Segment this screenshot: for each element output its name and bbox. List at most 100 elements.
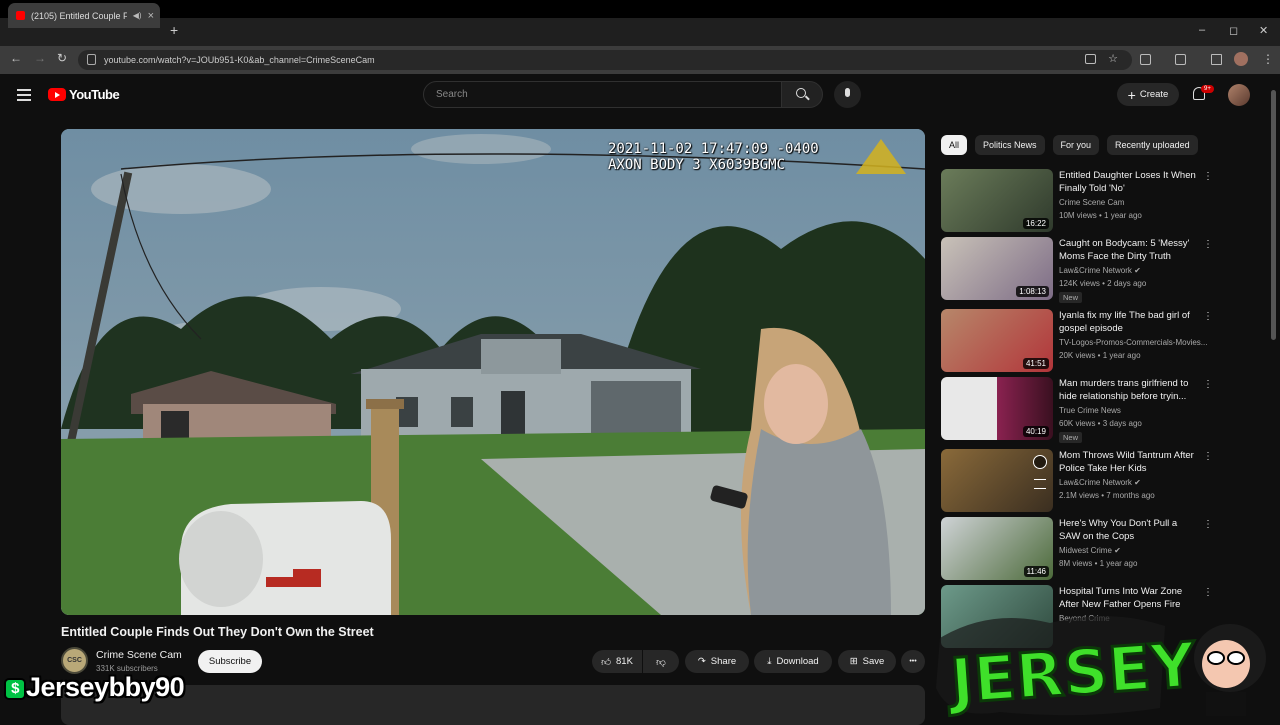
video-title[interactable]: Mom Throws Wild Tantrum After Police Tak… [1059,449,1199,475]
share-button[interactable]: ↷ Share [685,650,749,673]
video-thumbnail[interactable]: 16:22 [941,169,1053,232]
channel-name[interactable]: True Crime News [1059,406,1209,415]
recommended-video[interactable]: Mom Throws Wild Tantrum After Police Tak… [941,449,1213,513]
microphone-icon [845,88,850,97]
video-duration: 16:22 [1022,218,1049,229]
channel-avatar[interactable]: CSC [61,647,88,674]
hamburger-menu-icon[interactable] [17,89,31,104]
more-options-icon[interactable]: ⋮ [1203,379,1213,390]
more-options-icon[interactable]: ⋮ [1203,451,1213,462]
channel-name[interactable]: Midwest Crime ✔ [1059,546,1209,555]
video-thumbnail[interactable]: 11:46 [941,517,1053,580]
minimize-button[interactable]: – [1199,24,1205,36]
video-duration: 40:19 [1022,426,1049,437]
new-badge: New [1059,432,1083,443]
new-badge: New [1059,292,1083,303]
back-arrow-icon[interactable]: ← [10,51,22,65]
dislike-button[interactable]: 👎︎ [643,650,679,673]
speaker-icon[interactable]: ◀) [133,11,142,20]
video-thumbnail[interactable]: 41:51 [941,309,1053,372]
forward-arrow-icon[interactable]: → [34,51,46,65]
video-title[interactable]: Iyanla fix my life The bad girl of gospe… [1059,309,1199,335]
channel-name[interactable]: TV-Logos-Promos-Commercials-Movies... [1059,338,1209,347]
recommended-video[interactable]: 41:51 Iyanla fix my life The bad girl of… [941,309,1213,373]
video-title[interactable]: Here's Why You Don't Pull a SAW on the C… [1059,517,1199,543]
save-button[interactable]: ⊞ Save [838,650,896,673]
more-actions-button[interactable]: ••• [901,650,925,673]
close-tab-icon[interactable]: × [148,10,160,22]
channel-name[interactable]: Law&Crime Network ✔ [1059,478,1209,487]
more-options-icon[interactable]: ⋮ [1203,311,1213,322]
video-duration: 1:08:13 [1016,286,1049,297]
search-input[interactable]: Search [423,81,782,108]
create-label: Create [1139,89,1169,100]
add-to-queue-icon[interactable] [1034,479,1046,489]
timestamp-line-1: 2021-11-02 17:47:09 -0400 [608,141,819,157]
chip-politics-news[interactable]: Politics News [975,135,1045,155]
create-button[interactable]: + Create [1117,83,1179,106]
video-title[interactable]: Entitled Daughter Loses It When Finally … [1059,169,1199,195]
video-thumbnail[interactable]: 40:19 [941,377,1053,440]
save-label: Save [862,656,885,667]
streamer-handle-overlay: $ Jerseybby90 [4,672,185,703]
recommended-video[interactable]: 1:08:13 Caught on Bodycam: 5 'Messy' Mom… [941,237,1213,303]
address-bar[interactable]: youtube.com/watch?v=JOUb951-K0&ab_channe… [78,50,1132,70]
youtube-wordmark: YouTube [69,87,120,102]
youtube-logo[interactable]: YouTube [48,87,120,102]
search-icon [796,88,806,98]
recommended-video[interactable]: 40:19 Man murders trans girlfriend to hi… [941,377,1213,443]
download-label: Download [776,656,819,667]
account-avatar[interactable] [1228,84,1250,106]
page-scrollbar[interactable] [1271,90,1276,340]
profile-avatar-icon[interactable] [1234,52,1248,66]
channel-name[interactable]: Law&Crime Network ✔ [1059,266,1209,275]
more-options-icon[interactable]: ⋮ [1203,519,1213,530]
voice-search-button[interactable] [834,81,861,108]
video-meta: 8M views • 1 year ago [1059,559,1138,568]
video-thumbnail[interactable]: 1:08:13 [941,237,1053,300]
new-tab-button[interactable]: + [170,22,178,38]
chip-recently-uploaded[interactable]: Recently uploaded [1107,135,1198,155]
description-box[interactable] [61,685,925,725]
chip-for-you[interactable]: For you [1052,135,1100,155]
chip-all[interactable]: All [941,135,968,155]
channel-name[interactable]: Crime Scene Cam [1059,198,1209,207]
video-meta: 20K views • 1 year ago [1059,351,1141,360]
close-window-button[interactable]: ✕ [1259,24,1268,37]
video-player[interactable]: 2021-11-02 17:47:09 -0400 AXON BODY 3 X6… [61,129,925,615]
more-options-icon[interactable]: ⋮ [1203,587,1213,598]
recommended-video[interactable]: 16:22 Entitled Daughter Loses It When Fi… [941,169,1213,233]
cast-icon[interactable] [1175,54,1186,65]
video-thumbnail[interactable] [941,449,1053,512]
screen-top-bar [0,0,1280,18]
install-app-icon[interactable] [1085,54,1096,64]
recommended-video[interactable]: 11:46 Here's Why You Don't Pull a SAW on… [941,517,1213,581]
like-button[interactable]: 👍︎ 81K [592,650,642,673]
video-meta: 60K views • 3 days ago [1059,419,1142,428]
video-title[interactable]: Man murders trans girlfriend to hide rel… [1059,377,1199,403]
save-playlist-icon: ⊞ [849,656,858,667]
channel-name[interactable]: Crime Scene Cam [96,649,182,661]
subscribe-button[interactable]: Subscribe [198,650,262,673]
maximize-button[interactable]: ◻ [1229,24,1238,37]
watch-later-icon[interactable] [1033,455,1047,469]
video-duration: 41:51 [1022,358,1049,369]
video-title[interactable]: Caught on Bodycam: 5 'Messy' Moms Face t… [1059,237,1199,263]
browser-menu-icon[interactable]: ⋮ [1262,52,1274,66]
search-button[interactable] [781,81,823,108]
browser-tab[interactable]: (2105) Entitled Couple Find ◀) × [8,3,160,28]
extensions-icon[interactable] [1140,54,1151,65]
reload-icon[interactable]: ↻ [57,51,67,65]
more-options-icon[interactable]: ⋮ [1203,171,1213,182]
download-icon: ⤓ [767,656,772,667]
download-button[interactable]: ⤓ Download [754,650,832,673]
thumbs-down-icon: 👎︎ [656,656,666,668]
share-arrow-icon: ↷ [697,656,706,667]
bookmark-star-icon[interactable]: ☆ [1108,52,1118,65]
bodycam-timestamp: 2021-11-02 17:47:09 -0400 AXON BODY 3 X6… [608,141,819,173]
video-frame-illustration [61,129,925,615]
more-options-icon[interactable]: ⋮ [1203,239,1213,250]
browser-tab-strip [0,18,1280,46]
media-controls-icon[interactable] [1211,54,1222,65]
site-info-icon[interactable] [87,54,96,65]
